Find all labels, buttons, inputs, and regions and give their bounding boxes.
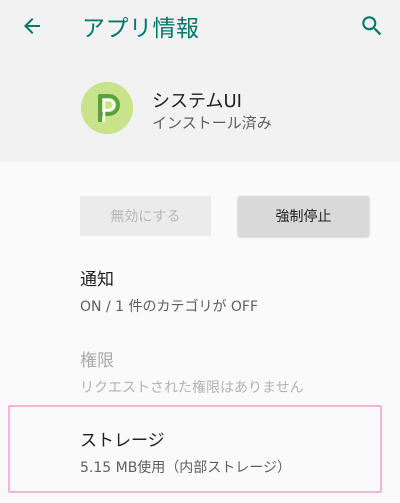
pref-summary: ON / 1 件のカテゴリが OFF <box>80 299 259 315</box>
back-button[interactable] <box>14 8 50 44</box>
disable-button[interactable]: 無効にする <box>80 196 211 236</box>
pref-storage[interactable]: ストレージ 5.15 MB使用（内部ストレージ） <box>80 426 291 477</box>
android-p-icon <box>81 82 133 134</box>
page-title: アプリ情報 <box>82 16 200 42</box>
pref-title: 通知 <box>80 270 114 290</box>
toolbar: アプリ情報 <box>0 0 400 52</box>
arrow-back-icon <box>24 18 40 34</box>
pref-notifications[interactable]: 通知 ON / 1 件のカテゴリが OFF <box>80 265 258 316</box>
search-icon <box>362 16 382 36</box>
pref-summary: 5.15 MB使用（内部ストレージ） <box>80 460 292 476</box>
pref-title: ストレージ <box>80 431 165 451</box>
app-name: システムUI <box>152 91 242 112</box>
app-icon <box>81 82 133 134</box>
app-install-status: インストール済み <box>152 114 272 132</box>
pref-title: 権限 <box>80 351 114 371</box>
search-button[interactable] <box>354 8 390 44</box>
app-header: アプリ情報 システムUI インストール済み <box>0 0 400 162</box>
force-stop-button[interactable]: 強制停止 <box>238 196 369 236</box>
pref-permissions[interactable]: 権限 リクエストされた権限はありません <box>80 346 304 397</box>
pref-summary: リクエストされた権限はありません <box>80 380 304 396</box>
